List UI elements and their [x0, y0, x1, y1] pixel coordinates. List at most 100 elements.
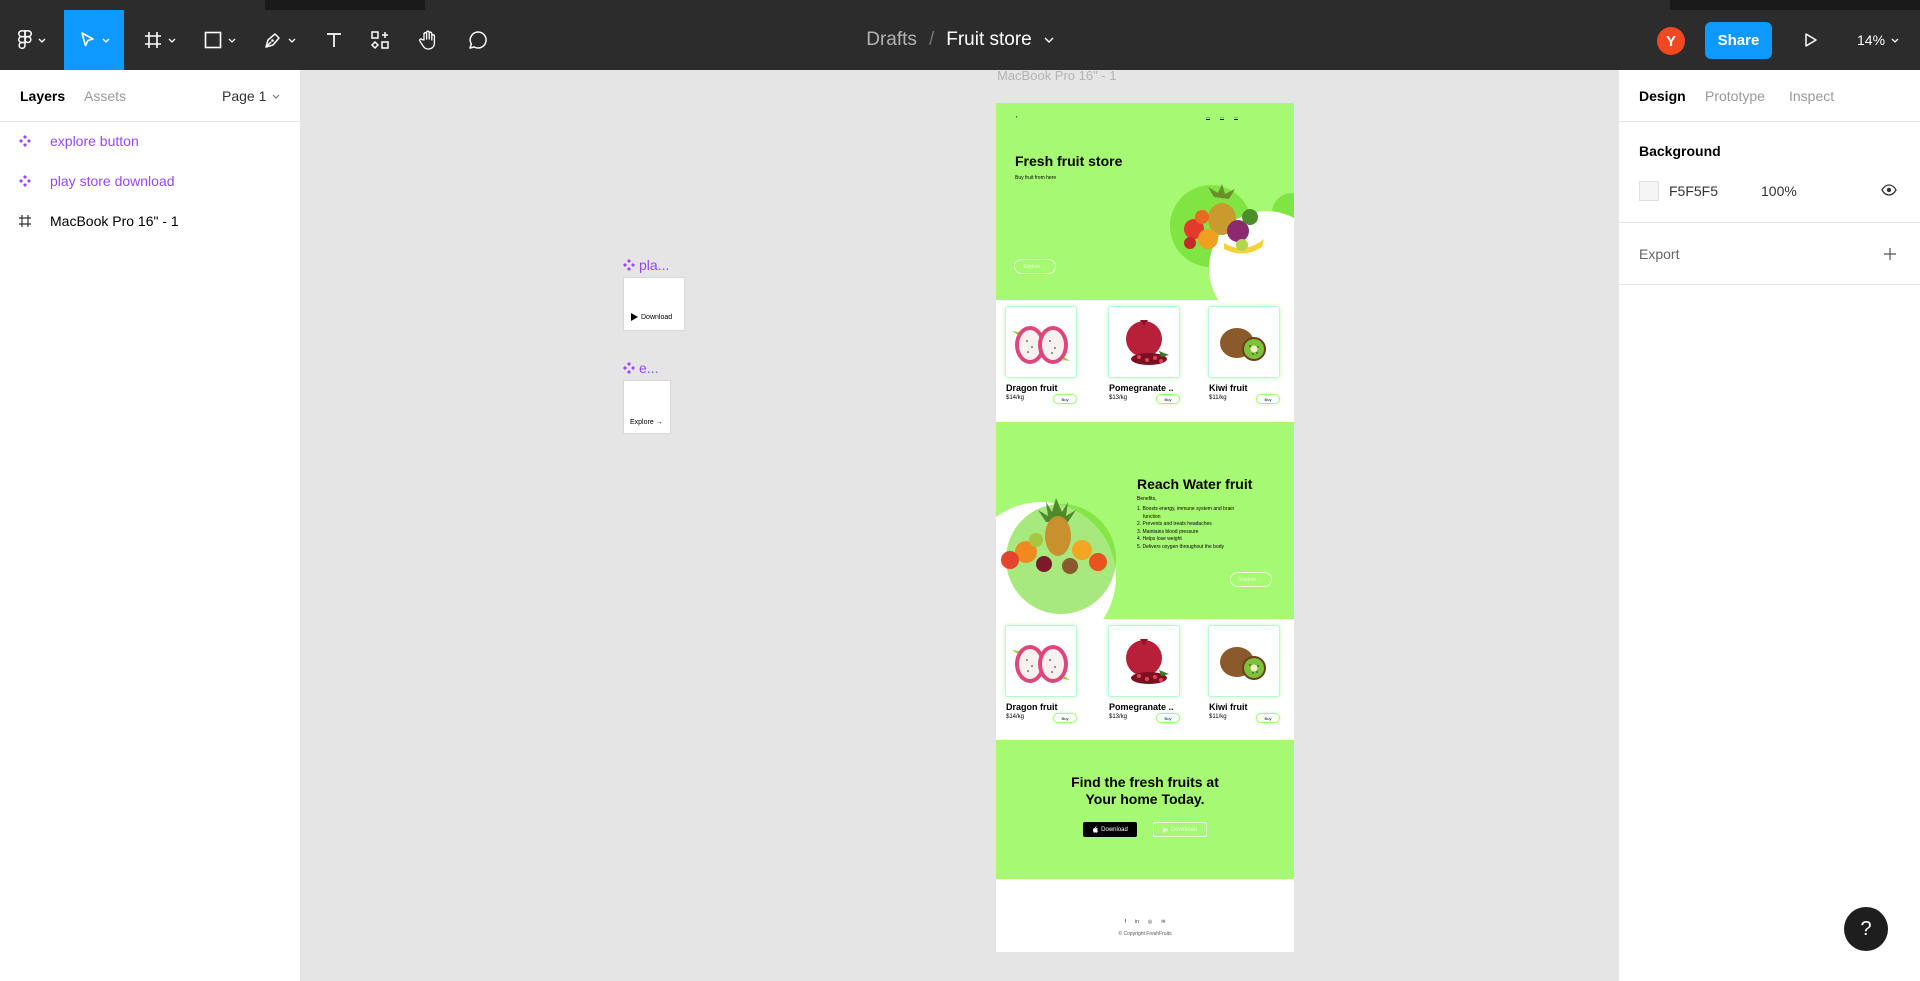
share-button[interactable]: Share: [1705, 22, 1772, 59]
frame-tool-button[interactable]: [136, 10, 182, 70]
component-label-explore[interactable]: e...: [623, 360, 658, 376]
kiwi-image: [1220, 328, 1266, 361]
water-explore-button[interactable]: Explore →: [1230, 572, 1272, 587]
toolbar: Drafts / Fruit store Y Share 14%: [0, 10, 1920, 70]
product-card[interactable]: Dragon fruit $14/kg Buy: [998, 300, 1077, 404]
hero-explore-button[interactable]: Explore →: [1014, 259, 1056, 274]
product-image-frame: [1108, 306, 1180, 378]
eye-icon[interactable]: [1881, 184, 1897, 196]
chevron-down-icon[interactable]: [1044, 37, 1054, 43]
comment-tool-button[interactable]: [460, 10, 496, 70]
section-heading: Background: [1639, 143, 1721, 159]
product-image-frame: [1108, 625, 1180, 697]
question-mark-icon: ?: [1860, 917, 1872, 940]
component-explore-button[interactable]: Explore →: [623, 380, 671, 434]
nav-links[interactable]: — — —: [1206, 114, 1238, 119]
tab-design[interactable]: Design: [1639, 88, 1686, 104]
hand-tool-button[interactable]: [410, 10, 446, 70]
background-section: Background F5F5F5 100%: [1619, 122, 1920, 223]
chevron-down-icon: [168, 38, 175, 43]
benefit-item: 2. Prevents and treats headaches: [1137, 521, 1212, 527]
layer-name: explore button: [50, 133, 139, 149]
frame-label[interactable]: MacBook Pro 16" - 1: [997, 70, 1117, 83]
page-selector[interactable]: Page 1: [222, 88, 280, 104]
buy-button[interactable]: Buy: [1156, 394, 1180, 404]
product-image-frame: [1005, 625, 1077, 697]
layers-panel: Layers Assets Page 1 explore button play…: [0, 70, 301, 981]
buy-button[interactable]: Buy: [1053, 713, 1077, 723]
figma-logo-icon: [17, 30, 32, 49]
cta-line: Find the fresh fruits at: [1071, 774, 1219, 790]
component-play-store-download[interactable]: Download: [623, 277, 685, 331]
layer-macbook-frame[interactable]: MacBook Pro 16" - 1: [0, 201, 300, 241]
app-store-download-button[interactable]: Download: [1083, 822, 1137, 837]
product-card[interactable]: Pomegranate .. $13/kg Buy: [1101, 619, 1180, 723]
buy-button[interactable]: Buy: [1256, 394, 1280, 404]
background-opacity-input[interactable]: 100%: [1761, 183, 1797, 199]
download-button[interactable]: Download: [630, 313, 672, 321]
tab-segment[interactable]: [0, 0, 265, 10]
breadcrumb-drafts[interactable]: Drafts: [866, 29, 917, 51]
product-card[interactable]: Kiwi fruit $11/kg Buy: [1201, 619, 1280, 723]
tab-segment[interactable]: [425, 0, 1670, 10]
buy-button[interactable]: Buy: [1256, 713, 1280, 723]
help-button[interactable]: ?: [1844, 907, 1888, 951]
background-hex-input[interactable]: F5F5F5: [1669, 183, 1718, 199]
product-card[interactable]: Kiwi fruit $11/kg Buy: [1201, 300, 1280, 404]
chevron-down-icon: [102, 38, 109, 43]
move-tool-button[interactable]: [64, 10, 124, 70]
tab-layers[interactable]: Layers: [20, 88, 65, 104]
file-name[interactable]: Fruit store: [946, 29, 1032, 51]
product-name: Dragon fruit: [1006, 702, 1058, 712]
apple-icon: [1093, 826, 1099, 833]
cta-section: Find the fresh fruits at Your home Today…: [996, 740, 1294, 879]
tab-assets[interactable]: Assets: [84, 88, 126, 104]
product-price: $11/kg: [1209, 714, 1227, 720]
zoom-level: 14%: [1857, 32, 1886, 48]
nav-logo[interactable]: ▪: [1016, 114, 1017, 119]
product-card[interactable]: Dragon fruit $14/kg Buy: [998, 619, 1077, 723]
pomegranate-image: [1126, 320, 1169, 365]
play-store-download-button[interactable]: Download: [1153, 822, 1207, 837]
play-icon: [1805, 33, 1817, 47]
hero-subtitle: Buy fruit from here: [1015, 175, 1057, 181]
canvas[interactable]: pla... Download e... Explore → MacBook P…: [301, 70, 1618, 981]
layer-play-store-download[interactable]: play store download: [0, 161, 300, 201]
product-price: $14/kg: [1006, 714, 1025, 720]
component-label-play-store[interactable]: pla...: [623, 257, 669, 273]
main-menu-button[interactable]: [8, 10, 54, 70]
mail-icon[interactable]: ✉: [1161, 919, 1165, 925]
facebook-icon[interactable]: f: [1125, 919, 1126, 925]
macbook-frame[interactable]: ▪ — — — Fresh fruit store Buy fruit from h…: [996, 103, 1294, 952]
zoom-control[interactable]: 14%: [1857, 10, 1899, 70]
color-swatch[interactable]: [1639, 181, 1659, 201]
cursor-arrow-icon: [80, 32, 94, 47]
product-image-frame: [1208, 306, 1280, 378]
pen-tool-button[interactable]: [256, 10, 302, 70]
cta-line: Your home Today.: [1085, 791, 1205, 807]
linkedin-icon[interactable]: in: [1135, 919, 1139, 925]
instagram-icon[interactable]: ◎: [1148, 919, 1152, 925]
breadcrumb-separator: /: [928, 29, 935, 50]
panel-tabs: Layers Assets Page 1: [0, 70, 300, 122]
shape-tool-button[interactable]: [196, 10, 242, 70]
plus-icon[interactable]: [1883, 247, 1897, 261]
product-price: $13/kg: [1109, 714, 1128, 720]
text-tool-button[interactable]: [316, 10, 352, 70]
page-selector-label: Page 1: [222, 88, 267, 104]
resources-tool-button[interactable]: [362, 10, 398, 70]
layer-explore-button[interactable]: explore button: [0, 121, 300, 161]
product-name: Dragon fruit: [1006, 383, 1058, 393]
product-card[interactable]: Pomegranate .. $13/kg Buy: [1101, 300, 1180, 404]
tab-prototype[interactable]: Prototype: [1705, 88, 1765, 104]
play-store-icon: [1162, 826, 1168, 833]
buy-button[interactable]: Buy: [1053, 394, 1077, 404]
buy-button[interactable]: Buy: [1156, 713, 1180, 723]
chevron-down-icon: [272, 94, 280, 99]
present-button[interactable]: [1796, 10, 1826, 70]
chevron-down-icon: [288, 38, 295, 43]
tab-inspect[interactable]: Inspect: [1789, 88, 1834, 104]
water-fruit-section: Reach Water fruit Benefits, 1. Boosts en…: [996, 422, 1294, 652]
user-avatar[interactable]: Y: [1657, 27, 1685, 55]
footer: f in ◎ ✉ © Copyright FreshFruits: [996, 879, 1294, 952]
